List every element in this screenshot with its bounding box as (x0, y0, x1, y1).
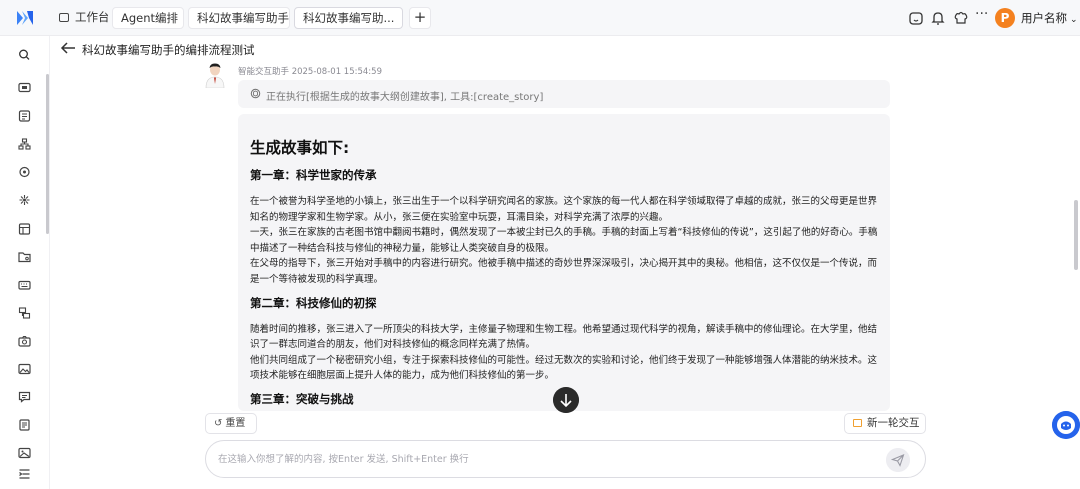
tab-agent-label: Agent编排 (121, 11, 179, 25)
tab-workbench-label: 工作台 (75, 10, 108, 24)
tool-status-box: 正在执行[根据生成的故事大纲创建故事], 工具:[create_story] (238, 80, 890, 108)
folder-icon[interactable] (18, 251, 31, 263)
page-scrollbar[interactable] (1074, 200, 1078, 270)
back-arrow-icon[interactable] (60, 41, 76, 55)
new-session-button[interactable]: 新一轮交互 (844, 413, 926, 434)
story-content: 生成故事如下: 第一章：科学世家的传承 在一个被誉为科学圣地的小镇上，张三出生于… (250, 136, 882, 411)
story-paragraph: 随着时间的推移，张三进入了一所顶尖的科技大学，主修量子物理和生物工程。他希望通过… (250, 323, 878, 351)
chapter-title: 第一章：科学世家的传承 (250, 168, 377, 182)
layers-icon[interactable] (18, 307, 31, 319)
chat-icon[interactable] (18, 391, 31, 403)
avatar[interactable]: P (995, 8, 1015, 28)
add-tab-button[interactable]: + (409, 7, 431, 29)
tab-scifi-label: 科幻故事编写助手 (197, 11, 289, 25)
top-bar: 工作台 Agent编排 科幻故事编写助手 科幻故事编写助... + ··· P … (0, 0, 1080, 36)
refresh-icon: ↺ (214, 418, 223, 429)
chat-input[interactable] (218, 451, 868, 467)
app-logo-icon[interactable] (16, 9, 34, 27)
keyboard-icon[interactable] (18, 279, 31, 291)
collapse-menu-icon[interactable] (18, 468, 31, 480)
story-content-box: 生成故事如下: 第一章：科学世家的传承 在一个被誉为科学圣地的小镇上，张三出生于… (238, 114, 890, 411)
username-menu[interactable]: 用户名称 ⌄ (1021, 10, 1078, 26)
chat-input-box (205, 440, 926, 478)
camera-icon[interactable] (18, 335, 31, 347)
tab-workbench[interactable]: 工作台 (51, 7, 108, 29)
send-button[interactable] (886, 448, 910, 472)
org-chart-icon[interactable] (18, 138, 31, 150)
sidebar (0, 36, 50, 489)
monitor-icon (59, 13, 69, 22)
chevron-down-icon: ⌄ (1070, 15, 1078, 25)
story-paragraph: 在父母的指导下，张三开始对手稿中的内容进行研究。他被手稿中描述的奇妙世界深深吸引… (250, 258, 878, 285)
story-paragraph: 他们共同组成了一个秘密研究小组，专注于探索科技修仙的可能性。经过无数次的实验和讨… (250, 354, 878, 382)
message-meta: 智能交互助手 2025-08-01 15:54:59 (238, 67, 382, 77)
grid-doc-icon[interactable] (18, 110, 31, 122)
reset-label: 重置 (225, 418, 246, 429)
story-paragraph: 在一个被誉为科学圣地的小镇上，张三出生于一个以科学研究闻名的家族。这个家族的每一… (250, 196, 878, 223)
home-icon[interactable] (908, 10, 924, 26)
screen-icon[interactable] (18, 82, 31, 94)
username-label: 用户名称 (1021, 11, 1067, 25)
gallery-icon[interactable] (18, 447, 31, 459)
chapter-title: 第二章：科技修仙的初探 (250, 295, 377, 310)
story-title: 生成故事如下: (250, 139, 350, 157)
reset-button[interactable]: ↺ 重置 (205, 413, 257, 434)
story-paragraph: 一天，张三在家族的古老图书馆中翻阅书籍时，偶然发现了一本被尘封已久的手稿。手稿的… (250, 227, 878, 254)
more-icon[interactable]: ··· (975, 6, 988, 22)
search-icon[interactable] (18, 49, 31, 61)
tab-scifi-active-label: 科幻故事编写助... (303, 11, 395, 25)
page-title: 科幻故事编写助手的编排流程测试 (82, 43, 255, 57)
image-icon[interactable] (18, 363, 31, 375)
chef-hat-icon[interactable] (953, 10, 969, 26)
new-session-label: 新一轮交互 (867, 417, 920, 429)
tab-agent-orchestration[interactable]: Agent编排 (112, 7, 184, 29)
table-icon[interactable] (18, 223, 31, 235)
assistant-avatar (205, 63, 225, 88)
brain-icon[interactable] (18, 166, 31, 178)
floating-assistant-button[interactable] (1052, 411, 1080, 439)
tab-scifi-assistant-active[interactable]: 科幻故事编写助... (294, 7, 403, 29)
new-chat-icon (853, 419, 862, 427)
bell-icon[interactable] (930, 10, 946, 26)
sidebar-scrollbar[interactable] (46, 74, 49, 234)
flower-icon[interactable] (18, 194, 31, 206)
tool-status-text: 正在执行[根据生成的故事大纲创建故事], 工具:[create_story] (266, 92, 544, 103)
scroll-to-bottom-button[interactable] (553, 387, 579, 413)
document-icon[interactable] (18, 419, 31, 431)
openai-icon (250, 88, 261, 99)
tab-scifi-assistant[interactable]: 科幻故事编写助手 (188, 7, 290, 29)
